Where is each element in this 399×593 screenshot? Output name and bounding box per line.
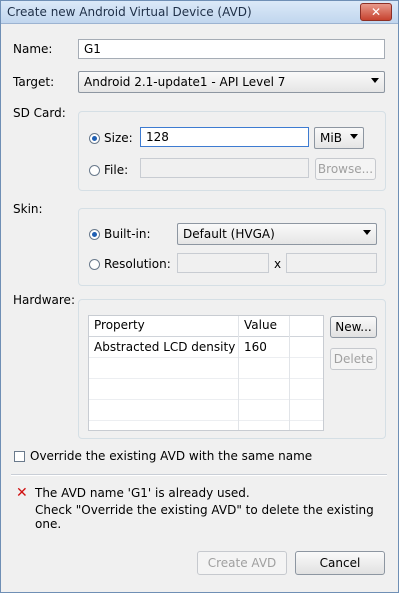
chevron-down-icon bbox=[371, 78, 379, 83]
table-row-empty bbox=[89, 400, 323, 421]
window-title: Create new Android Virtual Device (AVD) bbox=[7, 5, 252, 19]
chevron-down-icon bbox=[363, 230, 371, 235]
create-avd-button[interactable]: Create AVD bbox=[197, 551, 287, 575]
sdcard-file-radio[interactable] bbox=[89, 165, 100, 176]
hardware-table: Property Value Abstracted LCD density 16… bbox=[88, 315, 324, 431]
skin-resolution-radio[interactable] bbox=[89, 259, 100, 270]
sdcard-size-radio[interactable] bbox=[89, 133, 100, 144]
resolution-x-label: x bbox=[274, 257, 282, 271]
skin-builtin-label: Built-in: bbox=[104, 227, 151, 241]
title-bar: Create new Android Virtual Device (AVD) … bbox=[1, 1, 398, 24]
dialog-window: Create new Android Virtual Device (AVD) … bbox=[0, 0, 399, 593]
table-row-empty bbox=[89, 358, 323, 379]
hardware-table-header: Property Value bbox=[89, 316, 323, 337]
cancel-button[interactable]: Cancel bbox=[295, 551, 385, 575]
new-property-button[interactable]: New... bbox=[330, 316, 377, 338]
table-cell-value: 160 bbox=[244, 340, 267, 354]
target-select-value: Android 2.1-update1 - API Level 7 bbox=[84, 75, 286, 89]
target-label: Target: bbox=[13, 75, 55, 89]
sdcard-unit-select[interactable]: MiB bbox=[314, 127, 364, 149]
target-select[interactable]: Android 2.1-update1 - API Level 7 bbox=[78, 71, 385, 93]
skin-builtin-value: Default (HVGA) bbox=[183, 227, 275, 241]
sdcard-unit-value: MiB bbox=[320, 131, 342, 145]
sdcard-label: SD Card: bbox=[13, 106, 66, 120]
column-divider bbox=[289, 316, 290, 430]
skin-builtin-radio[interactable] bbox=[89, 229, 100, 240]
sdcard-file-label: File: bbox=[104, 163, 129, 177]
skin-group bbox=[78, 208, 386, 286]
column-divider bbox=[238, 316, 239, 430]
error-message-line1: The AVD name 'G1' is already used. bbox=[35, 486, 250, 500]
name-input[interactable]: G1 bbox=[78, 39, 385, 59]
sdcard-size-input[interactable]: 128 bbox=[140, 127, 309, 147]
close-button[interactable]: ✕ bbox=[360, 3, 392, 21]
sdcard-size-label: Size: bbox=[104, 131, 133, 145]
override-checkbox[interactable] bbox=[14, 451, 25, 462]
chevron-down-icon bbox=[350, 134, 358, 139]
error-icon: ✕ bbox=[16, 485, 28, 501]
override-label: Override the existing AVD with the same … bbox=[30, 449, 313, 463]
table-row-empty bbox=[89, 379, 323, 400]
skin-label: Skin: bbox=[13, 202, 43, 216]
resolution-height-input[interactable] bbox=[286, 253, 377, 273]
hardware-label: Hardware: bbox=[13, 293, 75, 307]
delete-property-button[interactable]: Delete bbox=[330, 348, 377, 370]
resolution-width-input[interactable] bbox=[177, 253, 269, 273]
table-cell-property: Abstracted LCD density bbox=[94, 340, 236, 354]
separator bbox=[11, 474, 387, 476]
table-row[interactable]: Abstracted LCD density 160 bbox=[89, 337, 323, 358]
browse-button[interactable]: Browse... bbox=[315, 158, 376, 180]
skin-builtin-select[interactable]: Default (HVGA) bbox=[177, 223, 377, 245]
skin-resolution-label: Resolution: bbox=[104, 257, 171, 271]
error-message-line2: Check "Override the existing AVD" to del… bbox=[35, 503, 374, 531]
name-label: Name: bbox=[13, 42, 53, 56]
sdcard-file-input[interactable] bbox=[140, 158, 309, 178]
column-header-property[interactable]: Property bbox=[94, 318, 145, 332]
column-header-value[interactable]: Value bbox=[244, 318, 277, 332]
